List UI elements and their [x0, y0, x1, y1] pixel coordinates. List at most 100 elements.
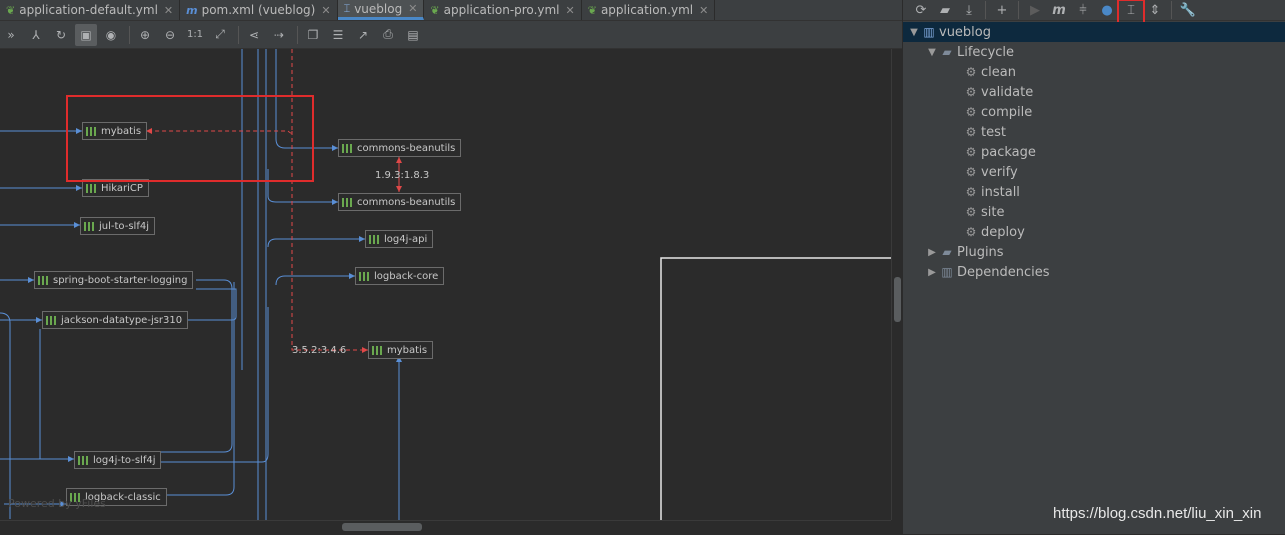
node-label: commons-beanutils — [357, 142, 456, 154]
tab-label: pom.xml (vueblog) — [201, 3, 316, 17]
tab-vueblog-diagram[interactable]: ⌶ vueblog ✕ — [337, 0, 425, 20]
tree-item-goal[interactable]: ⚙ clean — [903, 62, 1285, 82]
tree-label: clean — [981, 64, 1016, 80]
actual-size-icon[interactable]: 1:1 — [184, 24, 206, 46]
zoom-in-icon[interactable]: ⊕ — [134, 24, 156, 46]
maven-artifact-icon — [86, 183, 96, 193]
dependency-node-jul-to-slf4j[interactable]: jul-to-slf4j — [80, 217, 155, 235]
tree-item-lifecycle[interactable]: ▼ ▰ Lifecycle — [903, 42, 1285, 62]
wrench-icon[interactable]: 🔧 — [1176, 0, 1200, 20]
csdn-watermark: https://blog.csdn.net/liu_xin_xin — [1053, 505, 1262, 522]
hierarchy-icon[interactable]: ⅄ — [25, 24, 47, 46]
close-icon[interactable]: ✕ — [321, 4, 330, 17]
scrollbar-thumb[interactable] — [894, 277, 901, 322]
share-icon[interactable]: ⋖ — [243, 24, 265, 46]
gear-icon: ⚙ — [965, 105, 977, 119]
maven-goal-icon[interactable]: m — [1047, 0, 1071, 20]
diagram-icon: ⌶ — [343, 1, 351, 15]
show-dependencies-icon[interactable]: ⌶ — [1117, 0, 1145, 29]
tree-item-goal[interactable]: ⚙ package — [903, 142, 1285, 162]
node-label: logback-core — [374, 270, 439, 282]
gear-icon: ⚙ — [965, 205, 977, 219]
tree-item-goal[interactable]: ⚙ deploy — [903, 222, 1285, 242]
dependency-node-commons-beanutils[interactable]: commons-beanutils — [338, 139, 462, 157]
export-icon[interactable]: ↗ — [352, 24, 374, 46]
run-icon[interactable]: ▶ — [1023, 0, 1047, 20]
tree-item-goal[interactable]: ⚙ install — [903, 182, 1285, 202]
gear-icon: ⚙ — [965, 225, 977, 239]
toolbar-separator — [297, 25, 298, 44]
node-label: HikariCP — [101, 182, 143, 194]
tree-item-project[interactable]: ▼ ▥ vueblog — [903, 22, 1285, 42]
version-conflict-label: 3.5.2:3.4.6 — [292, 345, 347, 356]
refresh-layout-icon[interactable]: ↻ — [50, 24, 72, 46]
chevron-right-icon[interactable]: ▶ — [925, 267, 939, 278]
highlight-box — [66, 95, 314, 182]
close-icon[interactable]: ✕ — [699, 4, 708, 17]
toolbar-separator — [985, 1, 986, 19]
skip-tests-icon[interactable]: ● — [1095, 0, 1119, 20]
close-icon[interactable]: ✕ — [164, 4, 173, 17]
gear-icon: ⚙ — [965, 185, 977, 199]
tab-label: application-pro.yml — [443, 3, 560, 17]
tree-item-goal[interactable]: ⚙ validate — [903, 82, 1285, 102]
tree-item-goal[interactable]: ⚙ test — [903, 122, 1285, 142]
spring-leaf-icon: ❦ — [6, 3, 16, 17]
tab-pom-xml[interactable]: m pom.xml (vueblog) ✕ — [180, 0, 338, 20]
tree-label: package — [981, 144, 1036, 160]
layout-icon[interactable]: ☰ — [327, 24, 349, 46]
maven-artifact-icon — [38, 275, 48, 285]
tree-label: install — [981, 184, 1020, 200]
dependency-node-log4j-api[interactable]: log4j-api — [365, 230, 434, 248]
dependency-node-jackson-datatype-jsr310[interactable]: jackson-datatype-jsr310 — [42, 311, 189, 329]
copy-icon[interactable]: ❐ — [302, 24, 324, 46]
dependency-node-logback-core[interactable]: logback-core — [355, 267, 445, 285]
dependency-diagram-canvas[interactable]: mybatis commons-beanutils HikariCP commo… — [0, 49, 891, 520]
dependency-node-commons-beanutils[interactable]: commons-beanutils — [338, 193, 462, 211]
toggle-offline-icon[interactable]: ⫩ — [1071, 0, 1095, 20]
zoom-out-icon[interactable]: ⊖ — [159, 24, 181, 46]
tree-item-goal[interactable]: ⚙ compile — [903, 102, 1285, 122]
tab-label: application-default.yml — [19, 3, 158, 17]
chevron-right-icon[interactable]: ▶ — [925, 247, 939, 258]
tree-item-plugins[interactable]: ▶ ▰ Plugins — [903, 242, 1285, 262]
scrollbar-thumb[interactable] — [342, 523, 422, 531]
tab-label: application.yml — [600, 3, 694, 17]
close-icon[interactable]: ✕ — [408, 2, 417, 15]
tab-application-default[interactable]: ❦ application-default.yml ✕ — [0, 0, 181, 20]
horizontal-scrollbar[interactable] — [0, 520, 891, 535]
toolbar-separator — [129, 25, 130, 44]
chevron-down-icon[interactable]: ▼ — [925, 47, 939, 58]
gear-icon: ⚙ — [965, 65, 977, 79]
folder-gear-icon: ▰ — [942, 45, 952, 59]
tree-item-goal[interactable]: ⚙ site — [903, 202, 1285, 222]
reload-icon[interactable]: ⟳ — [909, 0, 933, 20]
chevron-down-icon[interactable]: ▼ — [907, 27, 921, 38]
tab-application-yml[interactable]: ❦ application.yml ✕ — [582, 0, 716, 20]
save-icon[interactable]: ▤ — [402, 24, 424, 46]
eye-icon[interactable]: ◉ — [100, 24, 122, 46]
maven-artifact-icon — [342, 197, 352, 207]
node-label: spring-boot-starter-logging — [53, 274, 188, 286]
gear-icon: ⚙ — [965, 85, 977, 99]
dependency-node-spring-boot-starter-logging[interactable]: spring-boot-starter-logging — [34, 271, 194, 289]
tree-item-goal[interactable]: ⚙ verify — [903, 162, 1285, 182]
collapse-all-icon[interactable]: ⇕ — [1143, 0, 1167, 20]
dependency-node-mybatis[interactable]: mybatis — [368, 341, 434, 359]
tree-label: validate — [981, 84, 1034, 100]
tree-item-dependencies[interactable]: ▶ ▥ Dependencies — [903, 262, 1285, 282]
add-project-icon[interactable]: ▰ — [933, 0, 957, 20]
tree-label: site — [981, 204, 1005, 220]
collapse-icon[interactable]: » — [0, 24, 22, 46]
tab-application-pro[interactable]: ❦ application-pro.yml ✕ — [424, 0, 582, 20]
plus-icon[interactable]: + — [990, 0, 1014, 20]
edge-route-icon[interactable]: ⇢ — [268, 24, 290, 46]
fit-window-icon[interactable]: ⤢ — [209, 24, 231, 46]
node-label: jul-to-slf4j — [99, 220, 149, 232]
fit-content-icon[interactable]: ▣ — [75, 23, 97, 46]
print-icon[interactable]: ⎙ — [377, 24, 399, 46]
close-icon[interactable]: ✕ — [566, 4, 575, 17]
dependency-node-log4j-to-slf4j[interactable]: log4j-to-slf4j — [74, 451, 162, 469]
editor-tab-bar: ❦ application-default.yml ✕ m pom.xml (v… — [0, 0, 902, 21]
download-icon[interactable]: ⤓ — [957, 0, 981, 20]
